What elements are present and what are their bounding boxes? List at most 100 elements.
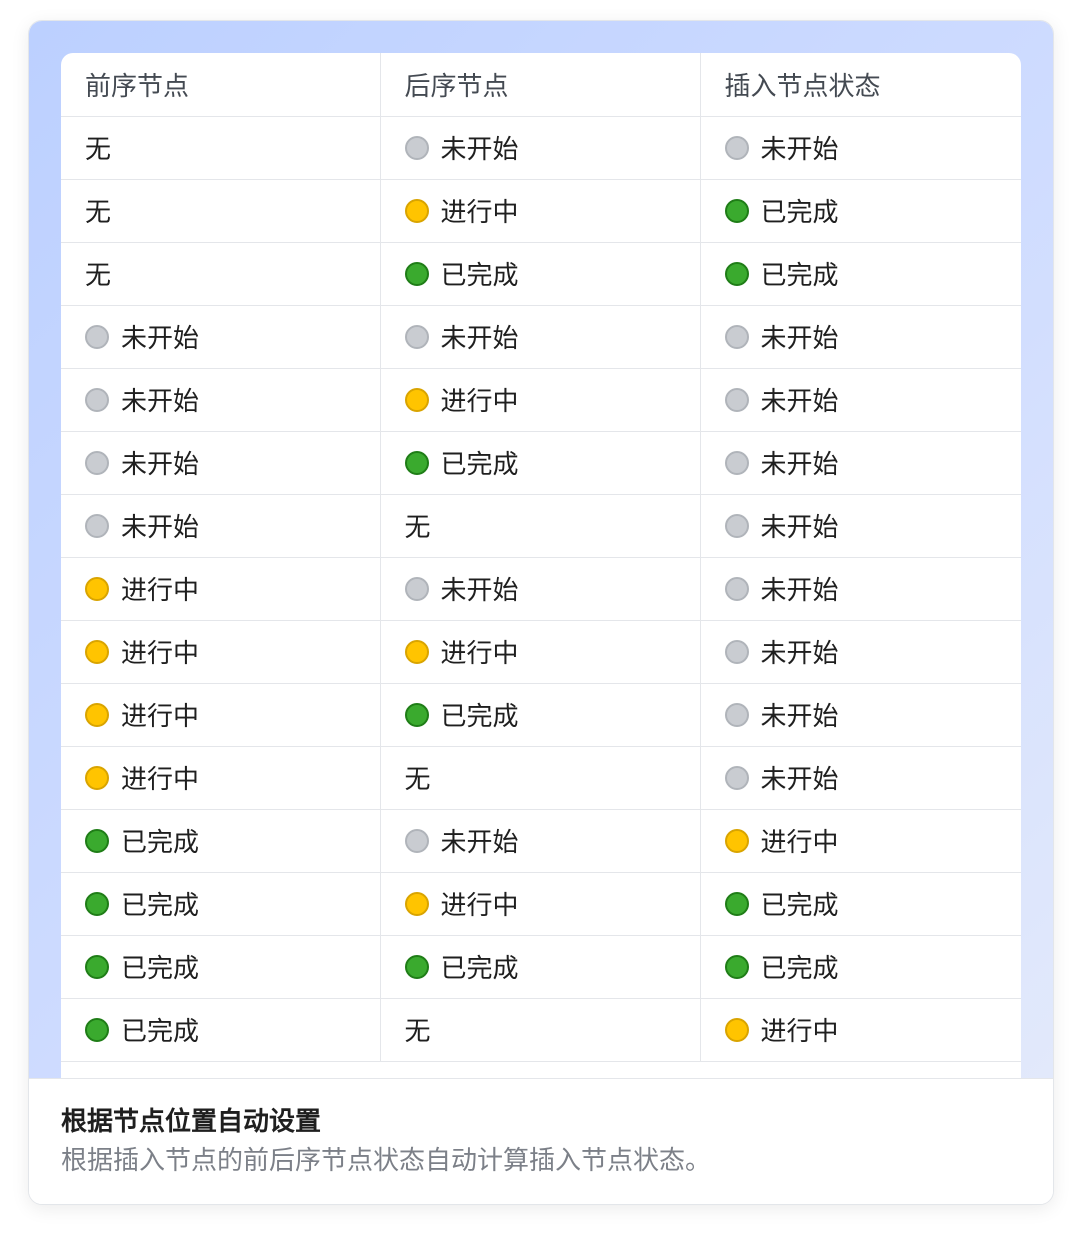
status-label: 已完成 — [760, 198, 839, 228]
cell-predecessor: 无 — [61, 116, 381, 180]
status-table: 前序节点 后序节点 插入节点状态 无未开始 未开始无进行中 已完成无已完成 已完成 未开… — [61, 53, 1021, 1062]
status-notstarted-icon — [724, 765, 749, 790]
status-label: 进行中 — [121, 576, 200, 606]
status-inprogress-icon — [85, 765, 109, 790]
cell-successor: 已完成 — [380, 431, 701, 495]
status-label: 未开始 — [440, 576, 519, 606]
cell-inserted-status: 未开始 — [700, 368, 1021, 432]
status-inprogress-icon — [724, 1017, 749, 1042]
status-label: 已完成 — [121, 891, 200, 921]
card-title: 根据节点位置自动设置 — [61, 1107, 322, 1137]
cell-inserted-status: 已完成 — [700, 179, 1021, 243]
cell-inserted-status: 未开始 — [700, 746, 1021, 810]
status-label: 进行中 — [440, 891, 519, 921]
cell-inserted-status: 未开始 — [700, 494, 1021, 558]
card-description: 根据插入节点的前后序节点状态自动计算插入节点状态。 — [61, 1146, 712, 1176]
status-notstarted-icon — [85, 450, 109, 475]
status-label: 未开始 — [440, 135, 519, 165]
status-label: 进行中 — [440, 198, 519, 228]
status-completed-icon — [724, 954, 749, 979]
cell-predecessor: 已完成 — [61, 872, 381, 936]
table-row: 进行中 进行中 未开始 — [61, 620, 1021, 684]
status-label: 未开始 — [760, 324, 839, 354]
status-label: 已完成 — [440, 954, 519, 984]
cell-successor: 未开始 — [380, 557, 701, 621]
cell-inserted-status: 未开始 — [700, 620, 1021, 684]
cell-inserted-status: 未开始 — [700, 116, 1021, 180]
status-label: 已完成 — [121, 828, 200, 858]
table-header-row: 前序节点 后序节点 插入节点状态 — [61, 53, 1021, 117]
cell-predecessor: 无 — [61, 179, 381, 243]
status-label: 未开始 — [760, 702, 839, 732]
status-notstarted-icon — [85, 513, 109, 538]
status-label: 已完成 — [121, 954, 200, 984]
table-row: 进行中 已完成 未开始 — [61, 683, 1021, 747]
status-label: 未开始 — [760, 387, 839, 417]
table-row: 已完成 未开始 进行中 — [61, 809, 1021, 873]
cell-successor: 未开始 — [380, 809, 701, 873]
status-label: 进行中 — [760, 828, 839, 858]
status-completed-icon — [85, 1017, 109, 1042]
status-label: 无 — [85, 261, 112, 291]
status-completed-icon — [85, 891, 109, 916]
header-successor: 后序节点 — [380, 53, 701, 117]
status-label: 未开始 — [121, 387, 200, 417]
status-notstarted-icon — [724, 450, 749, 475]
status-inprogress-icon — [724, 828, 749, 853]
table-row: 进行中 无 未开始 — [61, 746, 1021, 810]
table-row: 进行中 未开始 未开始 — [61, 557, 1021, 621]
status-label: 未开始 — [121, 324, 200, 354]
status-completed-icon — [724, 261, 749, 286]
cell-successor: 未开始 — [380, 116, 701, 180]
status-completed-icon — [724, 198, 749, 223]
status-label: 未开始 — [440, 828, 519, 858]
status-label: 已完成 — [121, 1017, 200, 1047]
table-row: 已完成 已完成 已完成 — [61, 935, 1021, 999]
status-label: 未开始 — [760, 639, 839, 669]
status-label: 无 — [404, 513, 431, 543]
status-notstarted-icon — [724, 639, 749, 664]
status-label: 已完成 — [760, 954, 839, 984]
cell-successor: 无 — [380, 998, 701, 1062]
status-inprogress-icon — [404, 387, 429, 412]
table-row: 无 已完成 已完成 — [61, 242, 1021, 306]
cell-predecessor: 已完成 — [61, 935, 381, 999]
status-notstarted-icon — [404, 828, 429, 853]
table-row: 未开始 无 未开始 — [61, 494, 1021, 558]
cell-predecessor: 未开始 — [61, 431, 381, 495]
status-label: 无 — [404, 1017, 431, 1047]
cell-inserted-status: 已完成 — [700, 935, 1021, 999]
cell-inserted-status: 已完成 — [700, 872, 1021, 936]
feature-card: 前序节点 后序节点 插入节点状态 无未开始 未开始无进行中 已完成无已完成 已完成 未开… — [28, 20, 1054, 1205]
status-completed-icon — [404, 954, 429, 979]
status-label: 进行中 — [121, 702, 200, 732]
status-label: 进行中 — [121, 639, 200, 669]
status-inprogress-icon — [85, 639, 109, 664]
status-completed-icon — [404, 702, 429, 727]
status-label: 未开始 — [760, 576, 839, 606]
status-notstarted-icon — [85, 324, 109, 349]
cell-successor: 进行中 — [380, 620, 701, 684]
cell-successor: 进行中 — [380, 368, 701, 432]
cell-predecessor: 已完成 — [61, 998, 381, 1062]
cell-successor: 已完成 — [380, 242, 701, 306]
table-row: 未开始 已完成 未开始 — [61, 431, 1021, 495]
table-row: 未开始 进行中 未开始 — [61, 368, 1021, 432]
status-label: 已完成 — [760, 891, 839, 921]
table-row: 未开始 未开始 未开始 — [61, 305, 1021, 369]
status-label: 进行中 — [760, 1017, 839, 1047]
cell-inserted-status: 未开始 — [700, 683, 1021, 747]
cell-successor: 进行中 — [380, 179, 701, 243]
cell-predecessor: 未开始 — [61, 368, 381, 432]
status-label: 无 — [85, 135, 112, 165]
cell-inserted-status: 未开始 — [700, 431, 1021, 495]
header-inserted-status: 插入节点状态 — [700, 53, 1021, 117]
status-label: 进行中 — [121, 765, 200, 795]
status-label: 进行中 — [440, 387, 519, 417]
status-inprogress-icon — [404, 891, 429, 916]
status-completed-icon — [404, 261, 429, 286]
table-row: 无 未开始 未开始 — [61, 116, 1021, 180]
cell-successor: 未开始 — [380, 305, 701, 369]
status-notstarted-icon — [724, 324, 749, 349]
status-notstarted-icon — [724, 135, 749, 160]
